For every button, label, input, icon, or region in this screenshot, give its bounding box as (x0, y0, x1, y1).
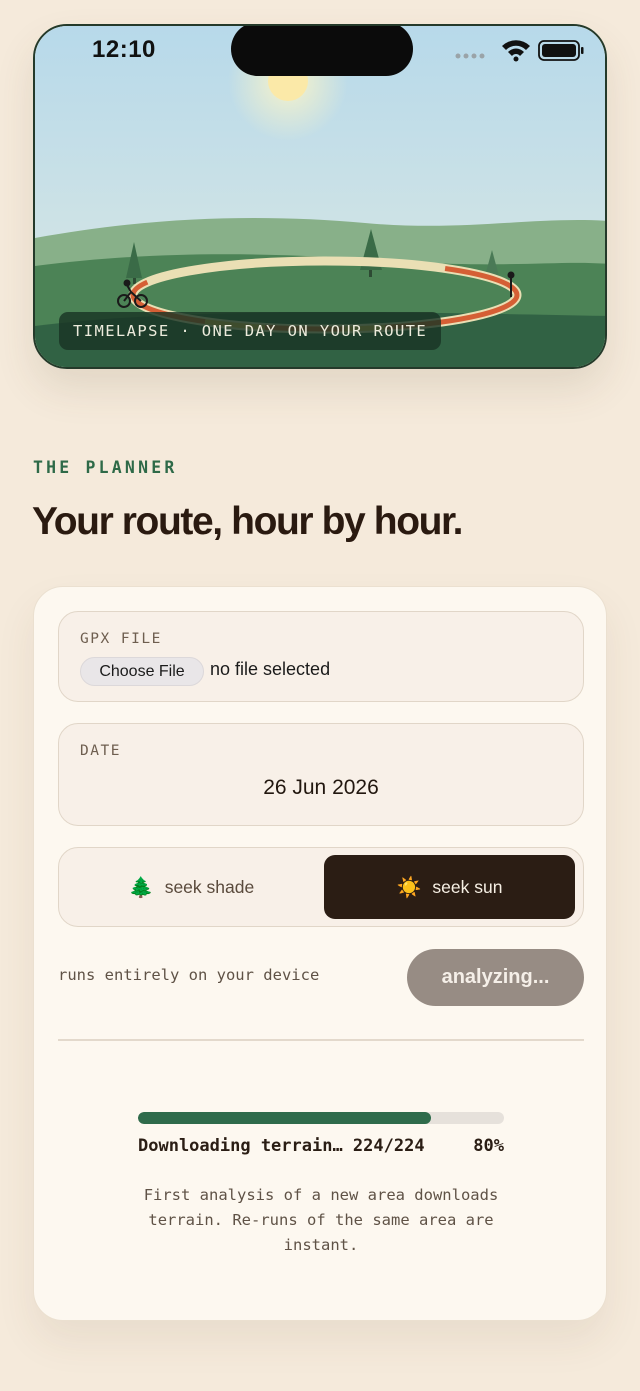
seek-sun-option[interactable]: ☀️ seek sun (324, 855, 575, 919)
seek-shade-option[interactable]: 🌲 seek shade (66, 855, 317, 919)
seek-shade-label: seek shade (164, 876, 255, 897)
divider (58, 1039, 584, 1041)
progress-note: First analysis of a new area downloads t… (143, 1186, 499, 1254)
battery-icon (538, 40, 584, 61)
wifi-icon (502, 40, 530, 62)
cellular-dots-icon (455, 53, 485, 59)
gpx-file-label: GPX FILE (80, 631, 162, 647)
tree-icon: 🌲 (128, 876, 154, 899)
dynamic-island (231, 26, 413, 76)
sun-icon: ☀️ (396, 876, 422, 899)
date-field[interactable]: DATE 26 Jun 2026 (58, 723, 584, 826)
timelapse-badge: TIMELAPSE · ONE DAY ON YOUR ROUTE (59, 312, 442, 350)
file-status: no file selected (210, 659, 331, 679)
page-title: Your route, hour by hour. (32, 500, 464, 543)
section-eyebrow: THE PLANNER (33, 458, 178, 477)
progress-status: Downloading terrain… 224/224 80% (138, 1136, 504, 1156)
mode-toggle: 🌲 seek shade ☀️ seek sun (58, 847, 584, 927)
progress-bar (138, 1112, 504, 1124)
seek-sun-label: seek sun (432, 876, 503, 897)
choose-file-button[interactable]: Choose File (80, 657, 204, 686)
hero-timelapse: 12:10 TIMELAPSE · ONE DAY ON YOUR ROUTE (33, 24, 607, 369)
progress-label: Downloading terrain… 224/224 (138, 1136, 425, 1156)
local-processing-note: runs entirely on your device (58, 966, 320, 984)
status-icons (455, 40, 584, 62)
analyze-button[interactable]: analyzing... (407, 949, 584, 1006)
date-label: DATE (80, 743, 121, 759)
status-time: 12:10 (92, 36, 156, 63)
gpx-file-field: GPX FILE Choose File no file selected (58, 611, 584, 702)
progress-fill (138, 1112, 431, 1124)
planner-card: GPX FILE Choose File no file selected DA… (33, 586, 607, 1321)
date-value[interactable]: 26 Jun 2026 (59, 776, 583, 800)
progress-percent: 80% (473, 1136, 504, 1156)
